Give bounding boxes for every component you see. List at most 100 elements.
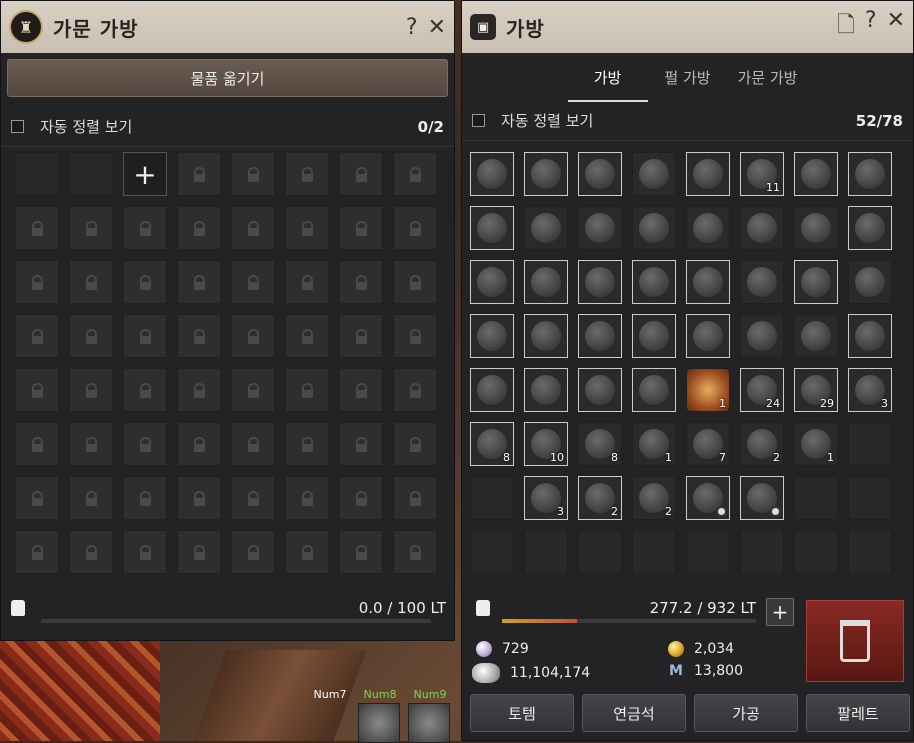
quickslot-item[interactable] — [408, 703, 450, 743]
empty-slot[interactable] — [578, 530, 622, 574]
locked-slot[interactable] — [393, 476, 437, 520]
inventory-item-slot[interactable] — [794, 206, 838, 250]
inventory-item-slot[interactable] — [524, 206, 568, 250]
locked-slot[interactable] — [231, 206, 275, 250]
locked-slot[interactable] — [177, 476, 221, 520]
trash-button[interactable] — [806, 600, 904, 682]
auto-sort-checkbox[interactable] — [472, 114, 485, 127]
inventory-item-slot[interactable] — [740, 260, 784, 304]
locked-slot[interactable] — [15, 476, 59, 520]
tab-inventory[interactable]: 가방 — [567, 53, 648, 102]
locked-slot[interactable] — [231, 314, 275, 358]
locked-slot[interactable] — [69, 314, 113, 358]
locked-slot[interactable] — [393, 314, 437, 358]
help-button[interactable]: ? — [406, 15, 418, 40]
locked-slot[interactable] — [177, 206, 221, 250]
processing-button[interactable]: 가공 — [694, 694, 798, 732]
locked-slot[interactable] — [123, 368, 167, 412]
inventory-item-slot[interactable] — [632, 260, 676, 304]
quickslot-item[interactable] — [358, 703, 400, 743]
inventory-item-slot[interactable]: 1 — [632, 422, 676, 466]
locked-slot[interactable] — [123, 260, 167, 304]
locked-slot[interactable] — [69, 530, 113, 574]
locked-slot[interactable] — [393, 152, 437, 196]
inventory-item-slot[interactable] — [470, 260, 514, 304]
empty-slot[interactable] — [686, 530, 730, 574]
inventory-titlebar[interactable]: ▣ 가방 🗋 ? ✕ — [462, 1, 913, 53]
inventory-item-slot[interactable] — [794, 152, 838, 196]
inventory-item-slot[interactable]: 10 — [524, 422, 568, 466]
locked-slot[interactable] — [177, 422, 221, 466]
empty-slot[interactable] — [848, 422, 892, 466]
inventory-item-slot[interactable] — [524, 152, 568, 196]
totem-button[interactable]: 토템 — [470, 694, 574, 732]
inventory-item-slot[interactable] — [470, 206, 514, 250]
locked-slot[interactable] — [123, 476, 167, 520]
locked-slot[interactable] — [339, 476, 383, 520]
inventory-item-slot[interactable]: 2 — [578, 476, 622, 520]
locked-slot[interactable] — [285, 152, 329, 196]
empty-slot[interactable] — [848, 530, 892, 574]
locked-slot[interactable] — [393, 260, 437, 304]
locked-slot[interactable] — [339, 314, 383, 358]
inventory-item-slot[interactable] — [470, 314, 514, 358]
locked-slot[interactable] — [69, 206, 113, 250]
locked-slot[interactable] — [285, 422, 329, 466]
empty-slot[interactable] — [524, 530, 568, 574]
locked-slot[interactable] — [231, 152, 275, 196]
inventory-item-slot[interactable]: 1 — [686, 368, 730, 412]
locked-slot[interactable] — [123, 422, 167, 466]
expand-weight-button[interactable]: + — [766, 598, 794, 626]
inventory-item-slot[interactable] — [578, 260, 622, 304]
inventory-item-slot[interactable] — [578, 314, 622, 358]
inventory-item-slot[interactable]: 29 — [794, 368, 838, 412]
locked-slot[interactable] — [15, 260, 59, 304]
inventory-item-slot[interactable]: 24 — [740, 368, 784, 412]
locked-slot[interactable] — [177, 152, 221, 196]
help-button[interactable]: ? — [865, 8, 877, 46]
expand-slot-button[interactable]: + — [123, 152, 167, 196]
locked-slot[interactable] — [285, 530, 329, 574]
hotkey-num8[interactable]: Num8 — [358, 688, 402, 743]
locked-slot[interactable] — [15, 314, 59, 358]
inventory-item-slot[interactable] — [578, 152, 622, 196]
inventory-item-slot[interactable] — [686, 314, 730, 358]
locked-slot[interactable] — [15, 422, 59, 466]
inventory-item-slot[interactable]: 1 — [794, 422, 838, 466]
locked-slot[interactable] — [393, 368, 437, 412]
hotkey-num7[interactable]: Num7 — [308, 688, 352, 743]
empty-slot[interactable] — [794, 530, 838, 574]
inventory-item-slot[interactable] — [578, 368, 622, 412]
auto-sort-checkbox[interactable] — [11, 120, 24, 133]
inventory-item-slot[interactable]: 8 — [578, 422, 622, 466]
locked-slot[interactable] — [285, 314, 329, 358]
inventory-item-slot[interactable] — [740, 476, 784, 520]
inventory-item-slot[interactable] — [686, 476, 730, 520]
inventory-item-slot[interactable]: 11 — [740, 152, 784, 196]
inventory-item-slot[interactable] — [632, 152, 676, 196]
inventory-item-slot[interactable] — [686, 206, 730, 250]
locked-slot[interactable] — [177, 314, 221, 358]
locked-slot[interactable] — [339, 260, 383, 304]
inventory-item-slot[interactable] — [848, 206, 892, 250]
inventory-item-slot[interactable] — [470, 368, 514, 412]
locked-slot[interactable] — [231, 422, 275, 466]
inventory-item-slot[interactable] — [632, 314, 676, 358]
inventory-item-slot[interactable] — [740, 314, 784, 358]
locked-slot[interactable] — [231, 368, 275, 412]
locked-slot[interactable] — [177, 260, 221, 304]
inventory-item-slot[interactable] — [848, 152, 892, 196]
locked-slot[interactable] — [285, 260, 329, 304]
locked-slot[interactable] — [15, 206, 59, 250]
locked-slot[interactable] — [393, 530, 437, 574]
inventory-item-slot[interactable] — [794, 260, 838, 304]
tab-pearl-inventory[interactable]: 펄 가방 — [648, 53, 728, 102]
locked-slot[interactable] — [339, 152, 383, 196]
locked-slot[interactable] — [393, 206, 437, 250]
move-items-button[interactable]: 물품 옮기기 — [7, 59, 448, 97]
locked-slot[interactable] — [69, 476, 113, 520]
locked-slot[interactable] — [285, 206, 329, 250]
locked-slot[interactable] — [123, 314, 167, 358]
locked-slot[interactable] — [177, 530, 221, 574]
locked-slot[interactable] — [69, 368, 113, 412]
